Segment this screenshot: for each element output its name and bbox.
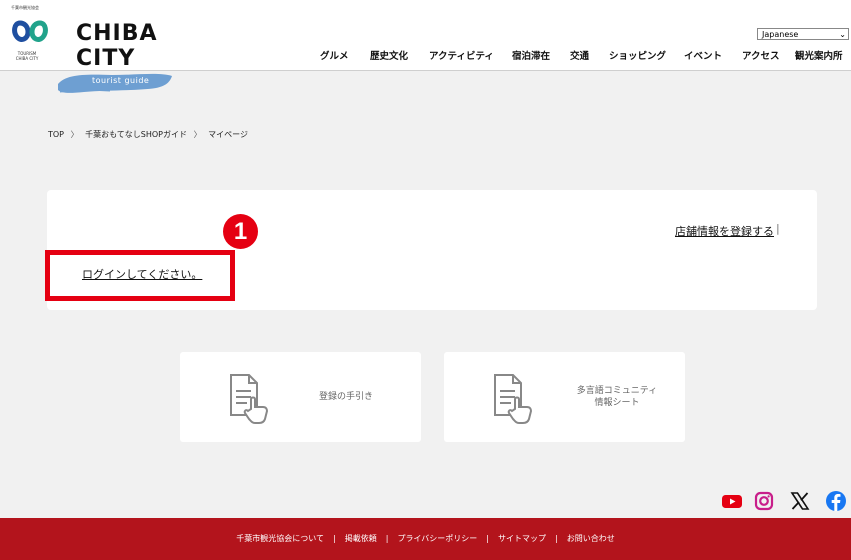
breadcrumb-item-shop-guide[interactable]: 千葉おもてなしSHOPガイド (85, 130, 187, 139)
footer-separator: | (333, 534, 336, 543)
guide-card-registration[interactable]: 登録の手引き (180, 352, 421, 442)
x-icon[interactable] (787, 488, 813, 514)
instagram-icon[interactable] (751, 488, 777, 514)
footer-link-privacy[interactable]: プライバシーポリシー (397, 534, 477, 543)
footer-link-contact[interactable]: お問い合わせ (567, 534, 615, 543)
youtube-icon[interactable] (719, 488, 745, 514)
brand-title-line1[interactable]: CHIBA (76, 22, 158, 46)
breadcrumb-separator: 〉 (193, 130, 202, 139)
footer-link-sitemap[interactable]: サイトマップ (498, 534, 546, 543)
association-label: 千葉市観光協会 (11, 5, 39, 10)
register-shop-link[interactable]: 店舗情報を登録する (675, 223, 774, 239)
nav-item-event[interactable]: イベント (684, 48, 722, 62)
login-link[interactable]: ログインしてください。 (82, 266, 202, 282)
guide-label-line1: 登録の手引き (318, 392, 373, 402)
nav-item-transport[interactable]: 交通 (570, 48, 589, 62)
guide-card-multilingual[interactable]: 多言語コミュニティ 情報シート (444, 352, 685, 442)
facebook-icon[interactable] (823, 488, 849, 514)
nav-item-access[interactable]: アクセス (742, 48, 780, 62)
guide-label-line1: 多言語コミュニティ (576, 386, 658, 396)
nav-item-history-culture[interactable]: 歴史文化 (370, 48, 408, 62)
footer-links: 千葉市観光協会について | 掲載依頼 | プライバシーポリシー | サイトマップ | お問い合わ… (0, 533, 851, 544)
breadcrumb-item-top[interactable]: TOP (48, 130, 64, 139)
guide-label-line2: 情報シート (594, 398, 640, 408)
document-hand-icon (494, 374, 533, 424)
breadcrumb-item-mypage: マイページ (208, 130, 248, 139)
brand-tagline: tourist guide (92, 76, 150, 85)
footer-separator: | (555, 534, 558, 543)
language-select[interactable]: Japanese ⌄ (757, 28, 849, 40)
footer-separator: | (385, 534, 389, 543)
global-nav: グルメ 歴史文化 アクティビティ 宿泊滞在 交通 ショッピング イベント アクセ… (0, 48, 851, 62)
register-separator: | (776, 222, 780, 235)
breadcrumb: TOP 〉 千葉おもてなしSHOPガイド 〉 マイページ (48, 129, 248, 140)
step-number-badge: 1 (223, 214, 258, 249)
footer-link-about[interactable]: 千葉市観光協会について (236, 534, 324, 543)
nav-item-shopping[interactable]: ショッピング (609, 48, 666, 62)
guide-label: 登録の手引き (306, 391, 386, 403)
guide-label: 多言語コミュニティ 情報シート (562, 385, 672, 409)
chiba-logo-icon[interactable] (12, 17, 48, 47)
site-header: 千葉市観光協会 TOURISM CHIBA CITY CHIBA CITY Ja… (0, 0, 851, 71)
nav-item-tourist-info[interactable]: 観光案内所 (795, 48, 843, 62)
breadcrumb-separator: 〉 (70, 130, 79, 139)
chevron-down-icon: ⌄ (839, 30, 846, 39)
language-select-value: Japanese (762, 30, 799, 39)
footer-link-listing-request[interactable]: 掲載依頼 (345, 534, 377, 543)
document-hand-icon (230, 374, 269, 424)
site-footer: 千葉市観光協会について | 掲載依頼 | プライバシーポリシー | サイトマップ | お問い合わ… (0, 518, 851, 560)
nav-item-activity[interactable]: アクティビティ (429, 48, 494, 62)
nav-item-stay[interactable]: 宿泊滞在 (512, 48, 550, 62)
footer-separator: | (486, 534, 489, 543)
nav-item-gourmet[interactable]: グルメ (320, 48, 349, 62)
